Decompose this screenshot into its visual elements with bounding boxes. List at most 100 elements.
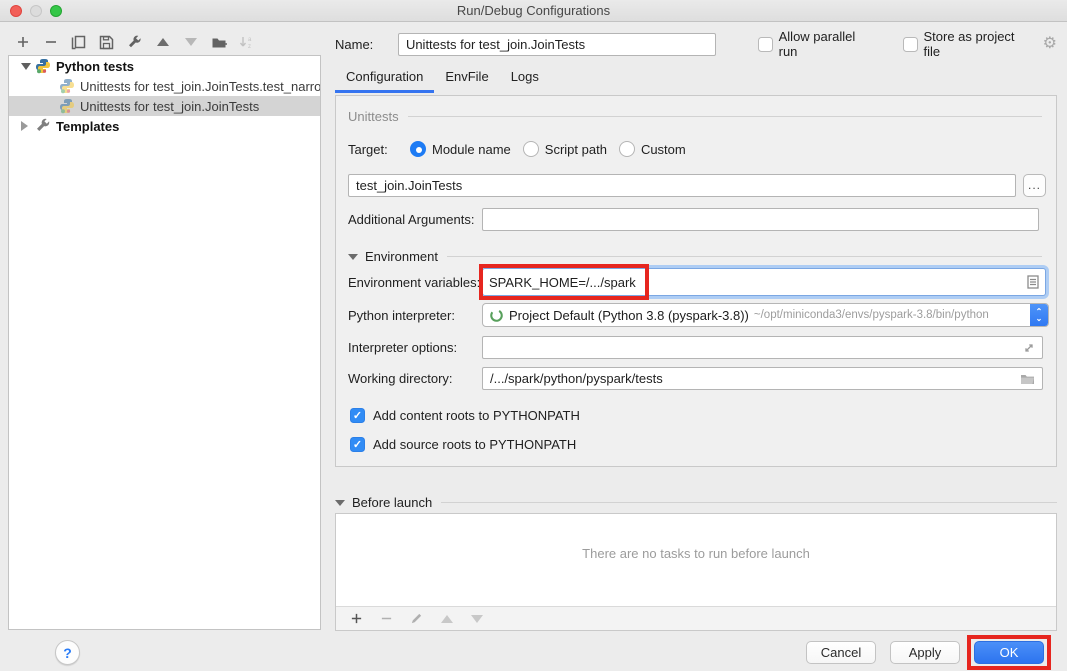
add-content-roots-label: Add content roots to PYTHONPATH xyxy=(373,408,580,423)
target-option-custom[interactable]: Custom xyxy=(619,141,686,157)
module-name-radio[interactable] xyxy=(410,141,426,157)
additional-arguments-input[interactable] xyxy=(482,208,1039,231)
python-interpreter-value: Project Default (Python 3.8 (pyspark-3.8… xyxy=(509,308,749,323)
window-title: Run/Debug Configurations xyxy=(457,3,610,18)
remove-task-icon xyxy=(378,610,395,627)
before-launch-task-list: There are no tasks to run before launch xyxy=(335,513,1057,631)
environment-collapse-icon[interactable] xyxy=(348,254,358,260)
python-interpreter-select[interactable]: Project Default (Python 3.8 (pyspark-3.8… xyxy=(482,303,1049,327)
configuration-panel: Unittests Target: Module name Script pat… xyxy=(335,95,1057,467)
add-task-icon[interactable] xyxy=(348,610,365,627)
tab-configuration[interactable]: Configuration xyxy=(335,63,434,93)
combo-stepper-icon[interactable]: ⌃⌄ xyxy=(1030,303,1048,327)
working-directory-row: Working directory: /.../spark/python/pys… xyxy=(348,367,1043,390)
templates-wrench-icon xyxy=(35,118,51,134)
target-label: Target: xyxy=(348,142,410,157)
tree-item-unittest-jointests[interactable]: Unittests for test_join.JoinTests xyxy=(9,96,320,116)
apply-button[interactable]: Apply xyxy=(890,641,960,664)
before-launch-section-title: Before launch xyxy=(352,495,432,510)
ok-button[interactable]: OK xyxy=(974,641,1044,664)
tree-item-templates[interactable]: Templates xyxy=(9,116,320,136)
module-name-input[interactable] xyxy=(348,174,1016,197)
add-content-roots-option[interactable]: ✓ Add content roots to PYTHONPATH xyxy=(350,406,580,424)
minimize-window-button xyxy=(30,5,42,17)
tree-item-label: Python tests xyxy=(56,59,134,74)
cancel-button[interactable]: Cancel xyxy=(806,641,876,664)
unittests-section-header: Unittests xyxy=(348,109,1042,124)
environment-section-title: Environment xyxy=(365,249,438,264)
svg-text:a: a xyxy=(248,37,252,43)
edit-env-vars-icon[interactable] xyxy=(1027,275,1039,289)
add-source-roots-checkbox[interactable]: ✓ xyxy=(350,437,365,452)
copy-configuration-icon[interactable] xyxy=(70,34,87,51)
tab-logs[interactable]: Logs xyxy=(500,63,550,93)
help-button[interactable]: ? xyxy=(55,640,80,665)
working-directory-label: Working directory: xyxy=(348,371,482,386)
tab-bar: Configuration EnvFile Logs xyxy=(335,63,550,93)
zoom-window-button[interactable] xyxy=(50,5,62,17)
before-launch-empty-message: There are no tasks to run before launch xyxy=(336,546,1056,561)
conda-environment-icon xyxy=(489,308,504,323)
additional-arguments-row: Additional Arguments: xyxy=(348,208,1039,231)
new-folder-icon[interactable] xyxy=(210,34,227,51)
add-content-roots-checkbox[interactable]: ✓ xyxy=(350,408,365,423)
store-as-project-file-label: Store as project file xyxy=(924,29,1035,59)
add-source-roots-option[interactable]: ✓ Add source roots to PYTHONPATH xyxy=(350,435,576,453)
configurations-toolbar: az xyxy=(14,32,255,52)
target-option-script-path[interactable]: Script path xyxy=(523,141,607,157)
tab-envfile[interactable]: EnvFile xyxy=(434,63,499,93)
title-bar: Run/Debug Configurations xyxy=(0,0,1067,22)
save-configuration-icon[interactable] xyxy=(98,34,115,51)
name-row: Name: Allow parallel run Store as projec… xyxy=(335,32,1057,56)
tree-item-label: Unittests for test_join.JoinTests.test_n… xyxy=(80,79,320,94)
python-tests-icon xyxy=(35,58,51,74)
collapsed-caret-icon[interactable] xyxy=(21,121,31,131)
module-name-label: Module name xyxy=(432,142,511,157)
script-path-radio[interactable] xyxy=(523,141,539,157)
tree-item-label: Unittests for test_join.JoinTests xyxy=(80,99,259,114)
tree-item-label: Templates xyxy=(56,119,119,134)
store-as-project-file-checkbox[interactable] xyxy=(903,37,918,52)
add-icon[interactable] xyxy=(14,34,31,51)
move-task-up-icon xyxy=(438,610,455,627)
name-label: Name: xyxy=(335,37,398,52)
before-launch-toolbar xyxy=(336,606,1056,630)
before-launch-collapse-icon[interactable] xyxy=(335,500,345,506)
store-as-project-file-option[interactable]: Store as project file xyxy=(903,29,1035,59)
expand-field-icon[interactable] xyxy=(1023,342,1035,354)
additional-arguments-label: Additional Arguments: xyxy=(348,212,482,227)
custom-radio[interactable] xyxy=(619,141,635,157)
target-option-module-name[interactable]: Module name xyxy=(410,141,511,157)
before-launch-section-header[interactable]: Before launch xyxy=(335,495,1057,510)
python-test-icon xyxy=(59,98,75,114)
tree-item-python-tests[interactable]: Python tests xyxy=(9,56,320,76)
interpreter-options-label: Interpreter options: xyxy=(348,340,482,355)
remove-icon[interactable] xyxy=(42,34,59,51)
interpreter-options-input[interactable] xyxy=(482,336,1043,359)
allow-parallel-run-option[interactable]: Allow parallel run xyxy=(758,29,878,59)
environment-variables-input[interactable]: SPARK_HOME=/.../spark xyxy=(482,268,1046,296)
interpreter-options-row: Interpreter options: xyxy=(348,336,1043,359)
environment-variables-row: Environment variables: SPARK_HOME=/.../s… xyxy=(348,268,1046,296)
tree-item-unittest-narrow[interactable]: Unittests for test_join.JoinTests.test_n… xyxy=(9,76,320,96)
close-window-button[interactable] xyxy=(10,5,22,17)
python-test-icon xyxy=(59,78,75,94)
environment-section-header[interactable]: Environment xyxy=(348,249,1042,264)
edit-templates-icon[interactable] xyxy=(126,34,143,51)
move-down-icon xyxy=(182,34,199,51)
browse-button[interactable]: ... xyxy=(1023,174,1046,197)
environment-variables-label: Environment variables: xyxy=(348,275,482,290)
name-input[interactable] xyxy=(398,33,716,56)
sort-configurations-icon: az xyxy=(238,34,255,51)
python-interpreter-label: Python interpreter: xyxy=(348,308,482,323)
expanded-caret-icon[interactable] xyxy=(21,63,31,70)
run-debug-configurations-dialog: Run/Debug Configurations az xyxy=(0,0,1067,671)
gear-icon[interactable]: ⚙ xyxy=(1043,36,1057,52)
browse-folder-icon[interactable] xyxy=(1020,373,1035,385)
working-directory-input[interactable]: /.../spark/python/pyspark/tests xyxy=(482,367,1043,390)
allow-parallel-run-checkbox[interactable] xyxy=(758,37,773,52)
move-up-icon[interactable] xyxy=(154,34,171,51)
add-source-roots-label: Add source roots to PYTHONPATH xyxy=(373,437,576,452)
configurations-tree: Python tests Unittests for test_join.Joi… xyxy=(8,55,321,630)
allow-parallel-run-label: Allow parallel run xyxy=(779,29,878,59)
